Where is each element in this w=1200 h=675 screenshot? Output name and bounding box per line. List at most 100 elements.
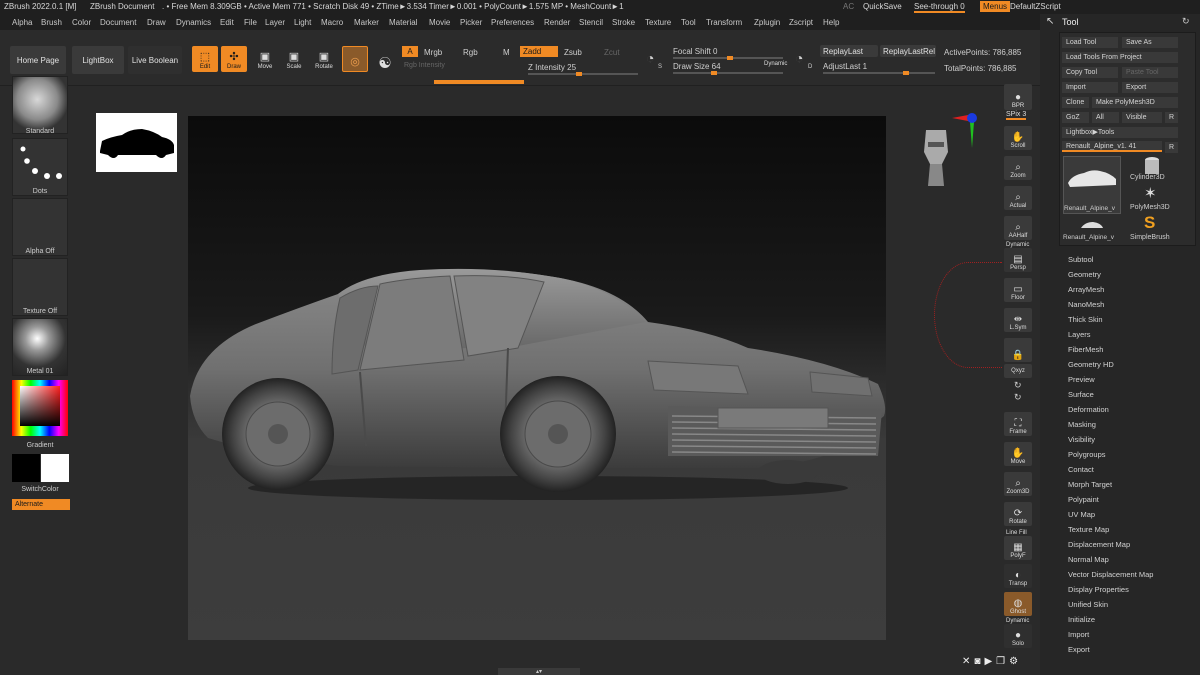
draw-size-slider[interactable]: Draw Size 64 <box>673 62 721 71</box>
tool-panel-close-icon[interactable]: ↖ <box>1046 16 1054 27</box>
tool-thumb-renault-2[interactable]: Renault_Alpine_v <box>1063 216 1121 244</box>
import-button[interactable]: Import <box>1062 82 1118 93</box>
tool-section-subtool[interactable]: Subtool <box>1068 255 1093 264</box>
menu-material[interactable]: Material <box>389 18 417 27</box>
transp-button[interactable]: ◐ Transp <box>1004 564 1032 588</box>
primary-color-swatch[interactable] <box>12 454 40 482</box>
tool-section-unified-skin[interactable]: Unified Skin <box>1068 600 1108 609</box>
tool-section-texture-map[interactable]: Texture Map <box>1068 525 1109 534</box>
menu-document[interactable]: Document <box>100 18 136 27</box>
r2-button[interactable]: R <box>1165 142 1178 153</box>
tool-section-export[interactable]: Export <box>1068 645 1090 654</box>
tool-thumb-cylinder3d[interactable]: Cylinder3D <box>1130 156 1174 184</box>
goz-button[interactable]: GoZ <box>1062 112 1089 123</box>
tool-section-geometry[interactable]: Geometry <box>1068 270 1101 279</box>
m-toggle[interactable]: M <box>503 48 510 57</box>
focal-shift-track[interactable] <box>673 56 783 60</box>
menu-help[interactable]: Help <box>823 18 839 27</box>
tool-section-display-properties[interactable]: Display Properties <box>1068 585 1129 594</box>
tool-section-normal-map[interactable]: Normal Map <box>1068 555 1109 564</box>
z-intensity-slider[interactable]: Z Intensity 25 <box>528 63 576 72</box>
aahalf-button[interactable]: ⌕ AAHalf <box>1004 216 1032 240</box>
menu-zscript[interactable]: Zscript <box>789 18 813 27</box>
tool-section-contact[interactable]: Contact <box>1068 465 1094 474</box>
tool-section-vector-displacement-map[interactable]: Vector Displacement Map <box>1068 570 1153 579</box>
menu-macro[interactable]: Macro <box>321 18 343 27</box>
tool-section-initialize[interactable]: Initialize <box>1068 615 1095 624</box>
zsub-toggle[interactable]: Zsub <box>564 48 582 57</box>
zcut-toggle[interactable]: Zcut <box>604 48 620 57</box>
brush-thumbnail[interactable] <box>12 76 68 134</box>
tool-section-visibility[interactable]: Visibility <box>1068 435 1095 444</box>
visible-button[interactable]: Visible <box>1122 112 1162 123</box>
menu-file[interactable]: File <box>244 18 257 27</box>
menu-zplugin[interactable]: Zplugin <box>754 18 780 27</box>
copy-tool-button[interactable]: Copy Tool <box>1062 67 1118 78</box>
menu-picker[interactable]: Picker <box>460 18 482 27</box>
tool-thumb-polymesh3d[interactable]: ✶ PolyMesh3D <box>1130 186 1174 214</box>
menu-movie[interactable]: Movie <box>429 18 450 27</box>
rotate-button[interactable]: ▣ Rotate <box>311 46 337 72</box>
tool-section-polypaint[interactable]: Polypaint <box>1068 495 1099 504</box>
adjust-last-track[interactable] <box>823 71 935 75</box>
frame-button[interactable]: ⛶ Frame <box>1004 412 1032 436</box>
tool-section-preview[interactable]: Preview <box>1068 375 1095 384</box>
r-button[interactable]: R <box>1165 112 1178 123</box>
menu-alpha[interactable]: Alpha <box>12 18 32 27</box>
layers-icon[interactable]: ❐ <box>996 656 1005 670</box>
rotate-y-icon[interactable]: ↻ <box>1014 380 1022 391</box>
color-picker[interactable] <box>12 380 68 436</box>
load-tool-button[interactable]: Load Tool <box>1062 37 1118 48</box>
lightbox-tools-button[interactable]: Lightbox▶Tools <box>1062 127 1178 138</box>
rotate-z-icon[interactable]: ↻ <box>1014 392 1022 403</box>
menu-stroke[interactable]: Stroke <box>612 18 635 27</box>
tool-section-arraymesh[interactable]: ArrayMesh <box>1068 285 1104 294</box>
switchcolor-button[interactable]: SwitchColor <box>12 486 68 493</box>
z-intensity-track[interactable] <box>528 72 638 76</box>
tool-thumb-renault-1[interactable]: Renault_Alpine_v <box>1063 156 1121 214</box>
rotate-nav-button[interactable]: ⟳ Rotate <box>1004 502 1032 526</box>
focal-shift-slider[interactable]: Focal Shift 0 <box>673 47 717 56</box>
tool-section-import[interactable]: Import <box>1068 630 1089 639</box>
zoom-button[interactable]: ⌕ Zoom <box>1004 156 1032 180</box>
menu-light[interactable]: Light <box>294 18 311 27</box>
zoom3d-button[interactable]: ⌕ Zoom3D <box>1004 472 1032 496</box>
move-button[interactable]: ▣ Move <box>252 46 278 72</box>
load-tools-from-project-button[interactable]: Load Tools From Project <box>1062 52 1178 63</box>
draw-button[interactable]: ✣ Draw <box>221 46 247 72</box>
scale-button[interactable]: ▣ Scale <box>281 46 307 72</box>
tool-section-geometry-hd[interactable]: Geometry HD <box>1068 360 1114 369</box>
bpr-button[interactable]: ● BPR <box>1004 84 1032 110</box>
toolbar-scroll-indicator[interactable] <box>434 80 524 84</box>
quicksave-button[interactable]: QuickSave <box>863 2 902 11</box>
adjust-last-slider[interactable]: AdjustLast 1 <box>823 62 867 71</box>
zadd-toggle[interactable]: Zadd <box>520 46 558 57</box>
tool-section-polygroups[interactable]: Polygroups <box>1068 450 1106 459</box>
secondary-color-swatch[interactable] <box>41 454 69 482</box>
tool-section-nanomesh[interactable]: NanoMesh <box>1068 300 1104 309</box>
color-field[interactable] <box>20 386 60 426</box>
replay-last-button[interactable]: ReplayLast <box>820 45 878 57</box>
menu-edit[interactable]: Edit <box>220 18 234 27</box>
tool-section-surface[interactable]: Surface <box>1068 390 1094 399</box>
tool-section-masking[interactable]: Masking <box>1068 420 1096 429</box>
menu-texture[interactable]: Texture <box>645 18 671 27</box>
draw-size-track[interactable] <box>673 71 783 75</box>
axis-gizmo[interactable] <box>944 108 984 148</box>
rgb-intensity-slider[interactable]: Rgb Intensity <box>404 62 445 69</box>
document-canvas[interactable] <box>188 116 886 640</box>
menu-brush[interactable]: Brush <box>41 18 62 27</box>
scroll-button[interactable]: ✋ Scroll <box>1004 126 1032 150</box>
lock-button[interactable]: 🔒 <box>1004 338 1032 362</box>
default-zscript[interactable]: DefaultZScript <box>1010 2 1061 11</box>
tool-section-displacement-map[interactable]: Displacement Map <box>1068 540 1130 549</box>
refresh-icon[interactable]: ↻ <box>1182 16 1190 27</box>
clone-button[interactable]: Clone <box>1062 97 1089 108</box>
alternate-button[interactable]: Alternate <box>12 499 70 510</box>
actual-button[interactable]: ⌕ Actual <box>1004 186 1032 210</box>
paste-tool-button[interactable]: Paste Tool <box>1122 67 1178 78</box>
tool-thumb-simplebrush[interactable]: S SimpleBrush <box>1130 214 1174 244</box>
lightbox-button[interactable]: LightBox <box>72 46 124 74</box>
spix-slider[interactable]: SPix 3 <box>1006 111 1027 120</box>
lsym-button[interactable]: ⇹ L.Sym <box>1004 308 1032 332</box>
